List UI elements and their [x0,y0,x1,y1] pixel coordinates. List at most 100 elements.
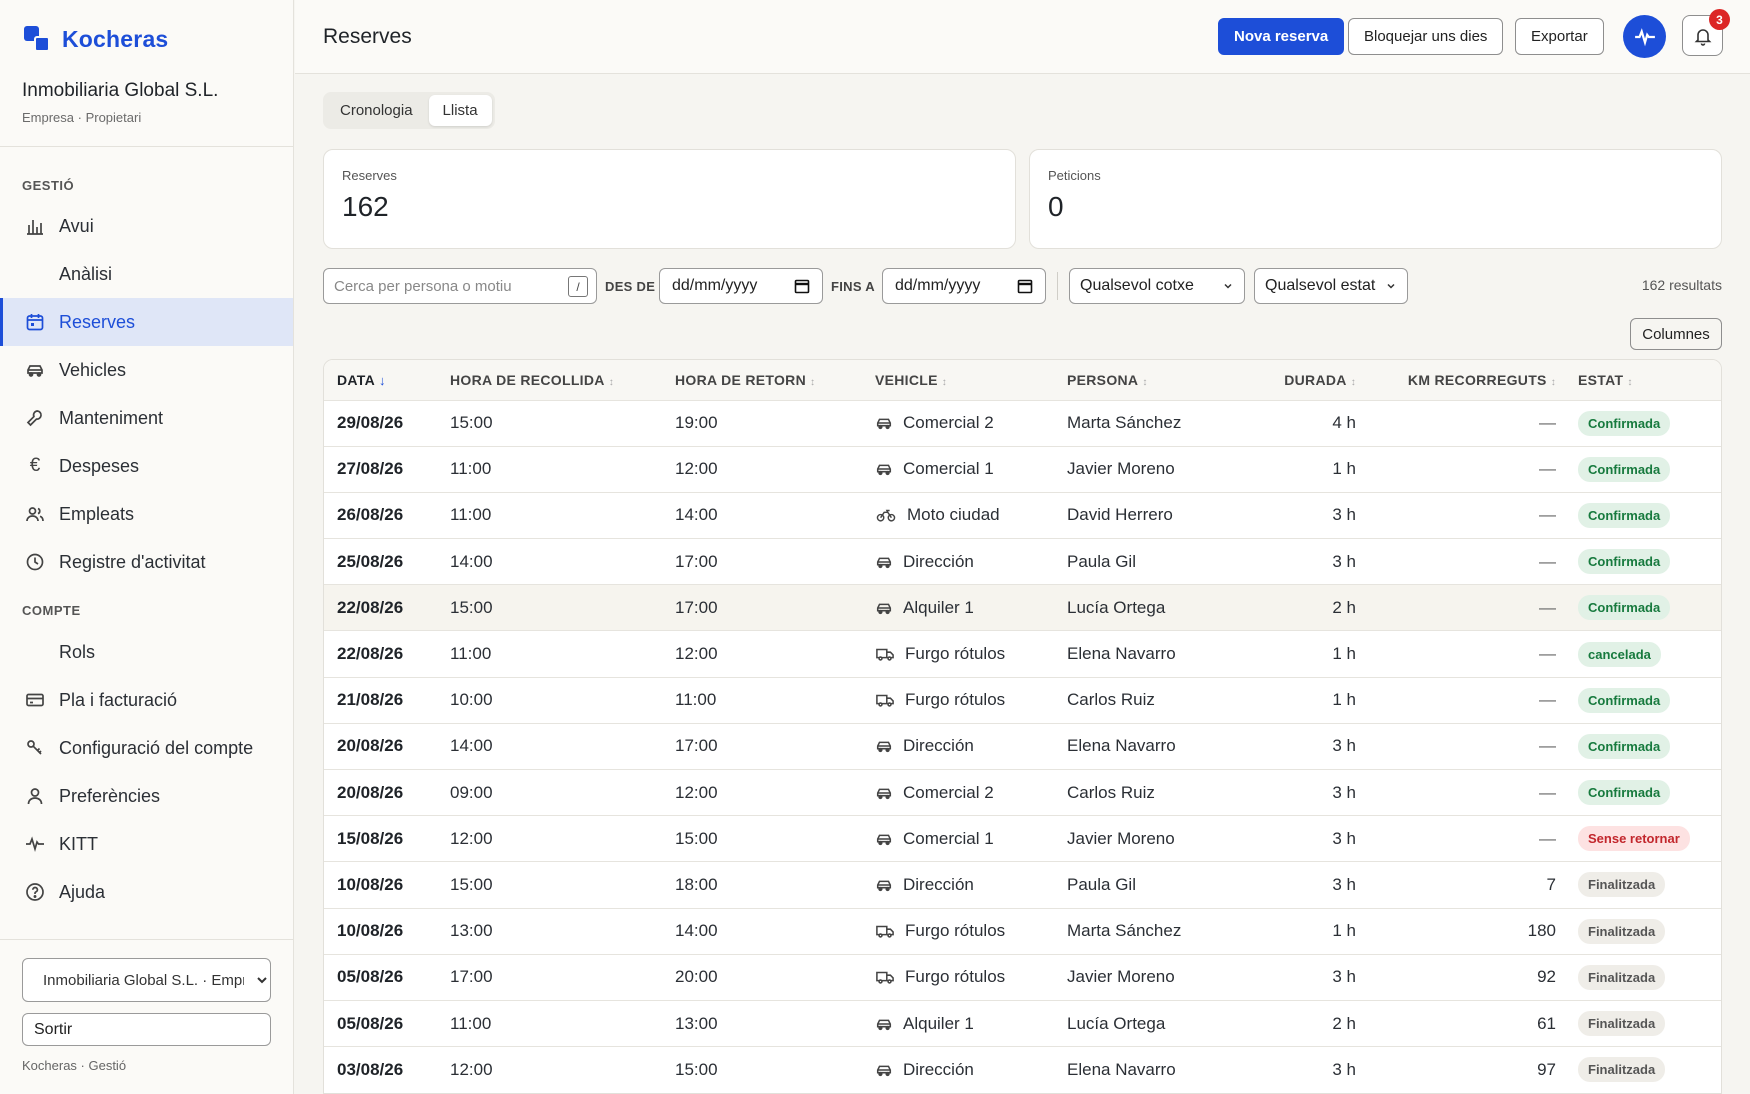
table-row[interactable]: 05/08/26 11:00 13:00 Alquiler 1 Lucía Ortega… [324,1000,1721,1046]
logout-button[interactable]: Sortir [22,1013,271,1046]
cell-date: 21/08/26 [337,690,404,710]
cell-status: Finalitzada [1564,1000,1721,1046]
notifications-button[interactable]: 3 [1682,9,1730,56]
cell-vehicle: Dirección [867,1047,1059,1093]
filter-separator [1057,272,1058,300]
cell-status: Finalitzada [1564,1047,1721,1093]
cell-person: Javier Moreno [1067,459,1175,479]
cell-date: 22/08/26 [337,597,404,617]
block-days-button[interactable]: Bloquejar uns dies [1348,18,1504,55]
cell-return-time: 17:00 [675,597,718,617]
to-date-input[interactable]: dd/mm/yyyy [882,268,1046,304]
pulse-icon [1634,27,1655,46]
search-input[interactable] [324,269,554,303]
table-row[interactable]: 27/08/26 11:00 12:00 Comercial 1 Javier More… [324,446,1721,492]
tab-llista[interactable]: Llista [428,95,492,126]
cell-km: 92 [1537,967,1556,987]
users-icon [24,503,46,525]
sidebar-item-manteniment[interactable]: Manteniment [0,394,293,442]
sidebar-item-rols[interactable]: Rols [0,628,293,676]
kitt-assistant-button[interactable] [1623,15,1666,58]
column-header-km[interactable]: KM RECORREGUTS ↕ [1364,360,1564,400]
column-header-pickup[interactable]: HORA DE RECOLLIDA ↕ [442,360,667,400]
sidebar-item-vehicles[interactable]: Vehicles [0,346,293,394]
cell-date: 20/08/26 [337,782,404,802]
status-badge: Confirmada [1578,549,1671,575]
sidebar-item-configuracio[interactable]: Configuració del compte [0,724,293,772]
vehicle-filter-select[interactable]: Qualsevol cotxe [1069,268,1245,304]
cell-date: 25/08/26 [337,551,404,571]
sidebar-item-analisi[interactable]: Anàlisi [0,250,293,298]
column-header-date[interactable]: DATA ↓ [324,360,442,400]
status-filter-select[interactable]: Qualsevol estat [1254,268,1408,304]
cell-km: 97 [1537,1059,1556,1079]
table-row[interactable]: 21/08/26 10:00 11:00 Furgo rótulos Carlos Ru… [324,677,1721,723]
brand[interactable]: Kocheras [22,24,168,54]
sidebar-item-preferencies[interactable]: Preferències [0,772,293,820]
sidebar-item-label: Anàlisi [59,263,113,284]
column-header-status[interactable]: ESTAT ↕ [1564,360,1721,400]
car-icon [876,880,892,892]
export-button[interactable]: Exportar [1515,18,1604,55]
new-booking-button[interactable]: Nova reserva [1218,18,1345,55]
table-row[interactable]: 10/08/26 13:00 14:00 Furgo rótulos Marta Sán… [324,908,1721,954]
column-header-return[interactable]: HORA DE RETORN ↕ [667,360,867,400]
column-header-vehicle[interactable]: VEHICLE ↕ [867,360,1059,400]
cell-return-time: 12:00 [675,644,718,664]
sidebar-item-empleats[interactable]: Empleats [0,490,293,538]
sidebar-item-registre[interactable]: Registre d'activitat [0,538,293,586]
bar-chart-icon [24,215,46,237]
cell-vehicle: Comercial 1 [867,816,1059,862]
from-date-input[interactable]: dd/mm/yyyy [659,268,823,304]
cell-km: 180 [1527,921,1556,941]
org-info: Inmobiliaria Global S.L. Empresa · Propi… [22,80,218,125]
sidebar-item-pla[interactable]: Pla i facturació [0,676,293,724]
cell-duration: 2 h [1332,597,1356,617]
status-badge: Confirmada [1578,780,1671,806]
cell-km: — [1539,782,1556,802]
cell-duration: 3 h [1332,505,1356,525]
cell-person: Carlos Ruiz [1067,690,1155,710]
cell-duration: 3 h [1332,551,1356,571]
sidebar-item-label: Pla i facturació [59,689,178,710]
table-row[interactable]: 10/08/26 15:00 18:00 Dirección Paula Gil 3 h 7… [324,861,1721,908]
table-header-row: DATA ↓ HORA DE RECOLLIDA ↕ HORA DE RETORN ↕… [324,360,1721,400]
sidebar-divider [0,146,294,147]
cell-person: Javier Moreno [1067,967,1175,987]
table-row[interactable]: 05/08/26 17:00 20:00 Furgo rótulos Javier Mo… [324,954,1721,1000]
table-row[interactable]: 26/08/26 11:00 14:00 Moto ciudad David Herre… [324,492,1721,538]
sidebar-item-avui[interactable]: Avui [0,202,293,250]
cell-vehicle: Comercial 2 [867,770,1059,816]
table-row[interactable]: 25/08/26 14:00 17:00 Dirección Paula Gil 3 h —… [324,538,1721,585]
status-badge: Confirmada [1578,502,1671,528]
sidebar-item-label: Preferències [59,785,161,806]
sidebar-item-ajuda[interactable]: Ajuda [0,868,293,916]
cell-person: Elena Navarro [1067,1059,1176,1079]
column-header-duration[interactable]: DURADA ↕ [1249,360,1364,400]
stat-card-requests: Peticions 0 [1029,149,1722,249]
table-row[interactable]: 20/08/26 09:00 12:00 Comercial 2 Carlos Ruiz… [324,769,1721,816]
sidebar-item-despeses[interactable]: € Despeses [0,442,293,490]
column-header-person[interactable]: PERSONA ↕ [1059,360,1249,400]
stat-value: 0 [1048,191,1064,222]
sidebar-item-reserves[interactable]: Reserves [0,298,293,346]
cell-return-time: 13:00 [675,1013,718,1033]
table-row[interactable]: 22/08/26 11:00 12:00 Furgo rótulos Elena Nav… [324,630,1721,677]
columns-button[interactable]: Columnes [1630,318,1722,350]
from-date-label: DES DE [605,279,656,294]
sidebar-item-label: Despeses [59,455,140,476]
cell-km: — [1539,828,1556,848]
cell-vehicle: Dirección [867,723,1059,769]
section-label-account: COMPTE [22,603,81,618]
org-switcher-select[interactable]: Inmobiliaria Global S.L. · Empresa [22,958,271,1002]
table-row[interactable]: 22/08/26 15:00 17:00 Alquiler 1 Lucía Ortega… [324,584,1721,631]
table-row[interactable]: 15/08/26 12:00 15:00 Comercial 1 Javier More… [324,815,1721,862]
sidebar-item-kitt[interactable]: KITT [0,820,293,868]
tab-cronologia[interactable]: Cronologia [326,95,427,126]
cell-return-time: 15:00 [675,828,718,848]
table-row[interactable]: 03/08/26 12:00 15:00 Dirección Elena Navarro… [324,1046,1721,1093]
table-row[interactable]: 29/08/26 15:00 19:00 Comercial 2 Marta Sánch… [324,400,1721,446]
vehicle-name: Comercial 1 [903,828,994,848]
table-row[interactable]: 20/08/26 14:00 17:00 Dirección Elena Navarro… [324,723,1721,769]
org-name: Inmobiliaria Global S.L. [22,80,219,101]
